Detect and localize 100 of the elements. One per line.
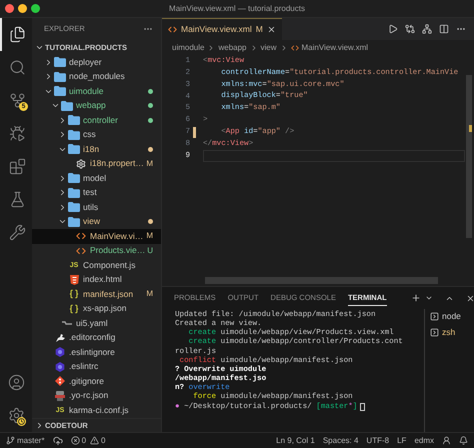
files-icon[interactable] [8, 26, 26, 43]
wrench-icon[interactable] [8, 224, 26, 241]
breadcrumb-item[interactable]: view [260, 42, 277, 54]
folder-icon [68, 202, 80, 212]
horizontal-scrollbar[interactable] [205, 277, 438, 284]
change-marker [469, 125, 472, 132]
chevron-right-icon[interactable] [58, 174, 67, 183]
chevron-right-icon[interactable] [44, 72, 53, 82]
git-icon [55, 376, 65, 386]
minimize-window-icon[interactable] [18, 4, 27, 13]
chevron-right-icon[interactable] [58, 202, 67, 212]
tree-item[interactable]: css [32, 128, 161, 142]
tree-item[interactable]: model [32, 171, 161, 186]
source-control-icon[interactable] [8, 92, 26, 109]
git-status-label: M [256, 23, 263, 36]
tree-item[interactable]: Products.vie… U [32, 244, 161, 258]
folder-icon [54, 86, 66, 96]
compare-icon[interactable] [405, 24, 415, 34]
error-icon [70, 436, 80, 445]
tree-item[interactable]: controller [32, 113, 161, 128]
settings-icon[interactable] [8, 407, 24, 424]
tree-item[interactable]: test [32, 186, 161, 200]
bell-icon[interactable] [459, 436, 468, 445]
extensions-icon[interactable] [8, 158, 26, 175]
tree-item[interactable]: xs-app.json [32, 302, 161, 316]
code-file-icon [168, 25, 177, 34]
editor-tab[interactable]: MainView.view.xml M [162, 18, 282, 40]
branch-indicator[interactable]: master* [6, 434, 45, 446]
split-editor-icon[interactable] [439, 24, 449, 34]
breadcrumb-item[interactable]: webapp [218, 42, 246, 54]
tree-item[interactable]: .eslintignore [32, 345, 161, 360]
chevron-right-icon[interactable] [58, 130, 67, 140]
tree-item[interactable]: .editorconfig [32, 330, 161, 345]
folder-icon [54, 57, 66, 68]
terminal-icon [430, 312, 439, 321]
breadcrumb-item[interactable]: uimodule [172, 42, 204, 54]
problems-indicator[interactable]: 0 0 [70, 434, 106, 446]
folder-icon [68, 144, 80, 154]
status-item[interactable]: Spaces: 4 [322, 434, 358, 446]
cloud-upload-icon[interactable] [52, 436, 63, 446]
close-icon[interactable] [266, 25, 276, 34]
run-icon[interactable] [388, 24, 398, 34]
tree-item[interactable]: .gitignore [32, 374, 161, 388]
flask-icon[interactable] [8, 191, 26, 208]
folder-icon [68, 173, 80, 184]
chevron-right-icon[interactable] [58, 188, 67, 198]
hierarchy-icon[interactable] [422, 24, 432, 34]
git-status-label: U [147, 244, 153, 257]
zoom-window-icon[interactable] [31, 4, 40, 13]
chevron-down-icon[interactable] [35, 43, 44, 52]
chevron-right-icon[interactable] [35, 421, 44, 430]
branch-icon [6, 436, 15, 445]
vertical-scrollbar[interactable] [466, 75, 472, 238]
folder-icon [61, 100, 73, 111]
chevron-down-icon[interactable] [424, 294, 433, 302]
terminal-item[interactable]: node [430, 310, 474, 323]
status-item[interactable]: UTF-8 [366, 434, 390, 446]
run-debug-icon[interactable] [8, 125, 26, 142]
folder-icon [68, 115, 80, 126]
tree-item[interactable]: webapp [32, 98, 161, 113]
plus-icon[interactable] [410, 293, 421, 303]
tree-item[interactable]: MainView.vi… M [32, 229, 161, 244]
close-icon[interactable] [466, 294, 474, 302]
tree-item[interactable]: manifest.json M [32, 287, 161, 302]
breadcrumb-item[interactable]: MainView.view.xml [302, 42, 368, 54]
html-file-icon [70, 274, 78, 285]
tree-item[interactable]: node_modules [32, 70, 161, 84]
braces-icon [69, 304, 79, 314]
folder-icon [68, 216, 80, 227]
yo-file-icon [55, 390, 65, 401]
tree-item[interactable]: .eslintrc [32, 360, 161, 374]
status-item[interactable]: edmx [414, 434, 434, 446]
tree-item[interactable]: ui5.yaml [32, 316, 161, 330]
tree-item[interactable]: uimodule [32, 84, 161, 98]
person-icon[interactable] [442, 436, 451, 445]
chevron-right-icon[interactable] [44, 58, 53, 67]
code-file-icon [290, 44, 299, 52]
folder-icon [68, 188, 80, 198]
close-window-icon[interactable] [5, 4, 14, 13]
tree-item[interactable]: utils [32, 200, 161, 214]
terminal-icon [430, 328, 439, 337]
git-status-label: M [146, 158, 153, 170]
tree-item[interactable]: deployer [32, 55, 161, 70]
gear-icon [76, 158, 86, 169]
clock-badge-icon [17, 417, 26, 426]
status-item[interactable]: LF [397, 434, 406, 446]
tree-item[interactable]: .yo-rc.json [32, 388, 161, 403]
tree-item[interactable]: i18n [32, 142, 161, 156]
terminal-item[interactable]: zsh [430, 326, 474, 338]
status-item[interactable]: Ln 9, Col 1 [276, 434, 315, 446]
window-title: MainView.view.xml — tutorial.products [169, 2, 305, 14]
tree-item[interactable]: i18n.propert… M [32, 156, 161, 171]
tree-item[interactable]: view [32, 214, 161, 229]
eslint-icon [55, 362, 65, 372]
editorconfig-icon [55, 332, 65, 343]
chevron-right-icon[interactable] [58, 116, 67, 125]
search-icon[interactable] [8, 59, 26, 76]
tree-item[interactable]: index.html [32, 272, 161, 287]
braces-icon [69, 289, 79, 300]
account-icon[interactable] [8, 374, 24, 391]
